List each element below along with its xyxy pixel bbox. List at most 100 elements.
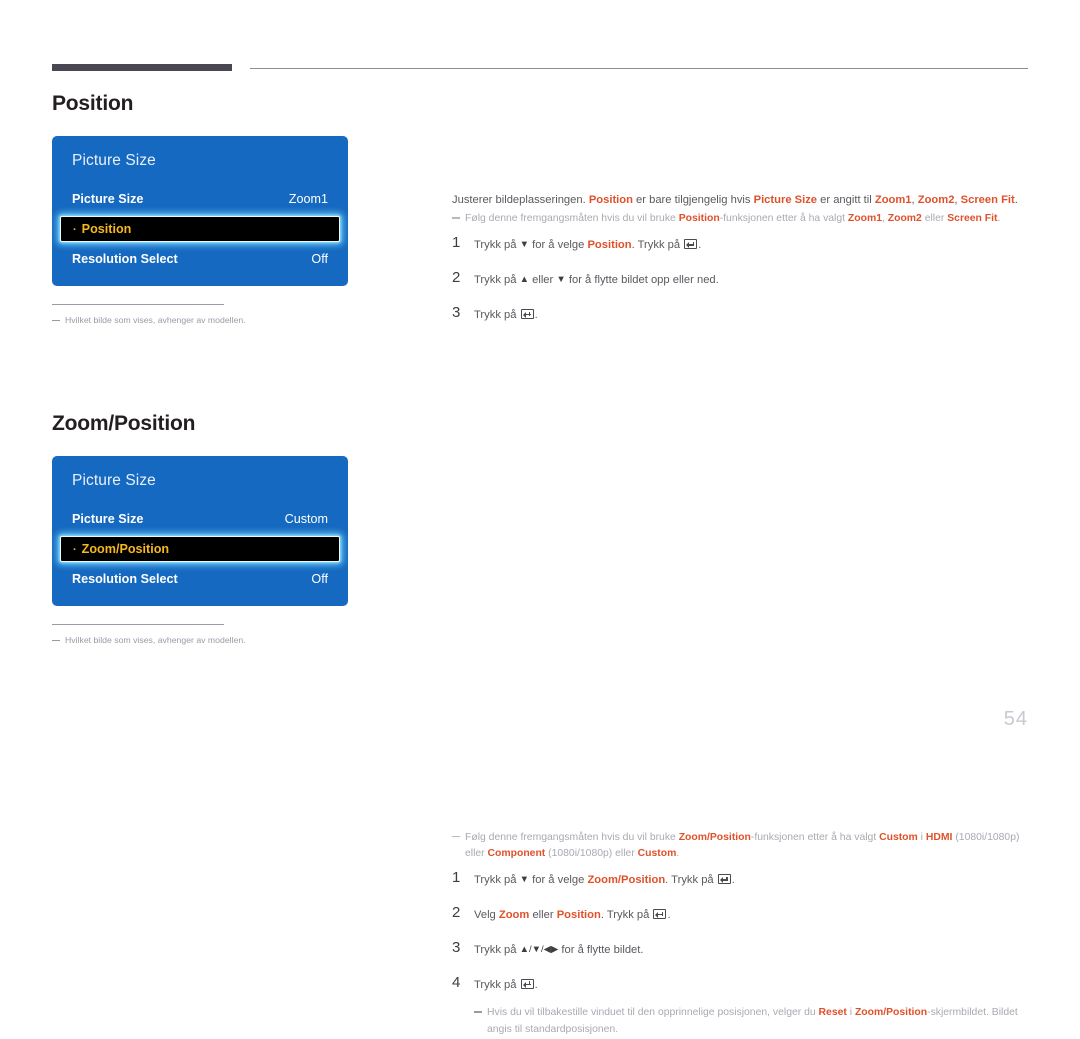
emphasis-term: Zoom — [498, 909, 530, 922]
enter-key-icon — [520, 309, 534, 320]
step-number: 3 — [452, 304, 461, 322]
step-item: 2 Trykk på ▲ eller ▼ for å flytte bildet … — [452, 270, 1030, 289]
text-run: . — [667, 909, 671, 922]
step-number: 4 — [452, 973, 461, 991]
direction-arrow-icon: ▼ — [519, 239, 529, 251]
emphasis-term: Position — [588, 194, 633, 206]
text-run: eller — [529, 274, 557, 287]
text-run: Følg denne fremgangsmåten hvis du vil br… — [465, 213, 679, 225]
footnote-text-wrap: Hvilket bilde som vises, avhenger av mod… — [52, 314, 352, 326]
direction-arrow-icon: ▼ — [519, 874, 529, 886]
text-run: for å flytte bildet. — [558, 943, 644, 956]
section-heading: Position — [52, 92, 134, 115]
text-run: eller — [921, 213, 948, 225]
text-run: for å flytte bildet opp eller ned. — [565, 274, 719, 287]
dash-mark-icon — [474, 1011, 482, 1013]
step-number: 1 — [452, 234, 461, 252]
emphasis-term: Screen Fit — [960, 194, 1015, 206]
note-paragraph: Følg denne fremgangsmåten hvis du vil br… — [452, 830, 1030, 862]
note-text: Følg denne fremgangsmåten hvis du vil br… — [465, 211, 1030, 227]
text-run: (1080i/1080p) eller — [545, 848, 638, 860]
osd-row[interactable]: Picture Size Zoom1 — [52, 184, 348, 214]
step-number: 3 — [452, 938, 461, 956]
footnote-text-wrap: Hvilket bilde som vises, avhenger av mod… — [52, 634, 352, 646]
emphasis-term: Reset — [818, 1007, 847, 1019]
text-run: Velg — [474, 909, 499, 922]
emphasis-term: Position — [556, 909, 601, 922]
header-rule-thick — [52, 64, 232, 71]
emphasis-term: Zoom2 — [917, 194, 955, 206]
page-number: 54 — [1003, 708, 1028, 730]
text-run: Hvis du vil tilbakestille vinduet til de… — [487, 1007, 819, 1019]
osd-footnote: Hvilket bilde som vises, avhenger av mod… — [52, 304, 352, 326]
step-text: Trykk på . — [474, 975, 538, 994]
section-heading: Zoom/Position — [52, 412, 196, 435]
emphasis-term: HDMI — [925, 832, 953, 843]
sub-note-list: Hvis du vil tilbakestille vinduet til de… — [452, 1005, 1030, 1038]
header-rule-thin — [250, 68, 1028, 69]
instructions-zoom-position: Følg denne fremgangsmåten hvis du vil br… — [452, 830, 1030, 1039]
osd-row-value: Off — [311, 572, 328, 586]
note-text: Følg denne fremgangsmåten hvis du vil br… — [465, 830, 1030, 862]
text-run: er angitt til — [817, 194, 875, 206]
emphasis-term: Zoom1 — [874, 194, 912, 206]
osd-row-selected[interactable]: · Zoom/Position — [60, 536, 340, 562]
step-number: 2 — [452, 904, 461, 922]
osd-menu-picture-size: Picture Size Picture Size Custom · Zoom/Pos… — [52, 456, 348, 606]
text-run: . — [534, 309, 538, 322]
enter-key-icon — [653, 909, 667, 920]
osd-row[interactable]: Resolution Select Off — [52, 244, 348, 274]
step-text: Trykk på ▲ eller ▼ for å flytte bildet o… — [474, 270, 719, 289]
step-list: 1 Trykk på ▼ for å velge Position. Trykk … — [452, 235, 1030, 323]
text-run: . Trykk på — [631, 239, 684, 252]
osd-row-label: Resolution Select — [72, 572, 178, 586]
emphasis-term: Custom — [879, 832, 918, 843]
emphasis-term: Position — [678, 213, 720, 225]
enter-key-icon — [717, 874, 731, 885]
osd-row[interactable]: Picture Size Custom — [52, 504, 348, 534]
emphasis-term: Zoom/Position — [678, 832, 751, 843]
step-number: 1 — [452, 869, 461, 887]
step-item: 2 Velg Zoom eller Position. Trykk på . — [452, 905, 1030, 924]
text-run: -funksjonen etter å ha valgt — [750, 832, 880, 843]
osd-row-selected[interactable]: · Position — [60, 216, 340, 242]
osd-row-value: Custom — [284, 512, 328, 526]
osd-row[interactable]: Resolution Select Off — [52, 564, 348, 594]
osd-menu-title: Picture Size — [72, 472, 156, 489]
step-item: 4 Trykk på . — [452, 973, 1030, 994]
footnote-text: Hvilket bilde som vises, avhenger av mod… — [65, 635, 246, 645]
emphasis-term: Screen Fit — [947, 213, 998, 225]
text-run: for å velge — [529, 239, 588, 252]
osd-menu-picture-size: Picture Size Picture Size Zoom1 · Position R… — [52, 136, 348, 286]
text-run: i — [846, 1007, 855, 1019]
step-item: 1 Trykk på ▼ for å velge Zoom/Position. T… — [452, 870, 1030, 889]
emphasis-term: Zoom/Position — [587, 874, 666, 887]
step-number: 2 — [452, 269, 461, 287]
instructions-position: Justerer bildeplasseringen. Position er … — [452, 192, 1030, 340]
step-item: 3 Trykk på ▲/▼/◀▶ for å flytte bildet. — [452, 940, 1030, 959]
sub-note-text: Hvis du vil tilbakestille vinduet til de… — [487, 1005, 1030, 1038]
step-text: Trykk på ▼ for å velge Position. Trykk p… — [474, 235, 701, 254]
text-run: Trykk på — [474, 239, 520, 252]
text-run: i — [917, 832, 926, 843]
text-run: Justerer bildeplasseringen. — [452, 194, 589, 206]
osd-row-label: · Zoom/Position — [73, 542, 170, 556]
page-header-rules — [0, 64, 1080, 74]
text-run: . — [731, 874, 735, 887]
direction-arrow-icon: ▲/▼/◀▶ — [519, 943, 559, 955]
dash-mark-icon — [52, 320, 60, 322]
text-run: eller — [529, 909, 557, 922]
text-run: . — [997, 213, 1001, 225]
osd-menu-rows: Picture Size Custom · Zoom/Position Resoluti… — [52, 504, 348, 594]
text-run: -funksjonen etter å ha valgt — [719, 213, 848, 225]
osd-row-value: Zoom1 — [288, 192, 328, 206]
emphasis-term: Zoom/Position — [854, 1007, 928, 1019]
osd-row-label: Resolution Select — [72, 252, 178, 266]
bullet-icon: · — [73, 224, 77, 236]
dash-mark-icon — [52, 640, 60, 642]
text-run: . Trykk på — [600, 909, 653, 922]
footnote-rule — [52, 304, 224, 305]
text-run: Følg denne fremgangsmåten hvis du vil br… — [465, 832, 679, 843]
osd-footnote: Hvilket bilde som vises, avhenger av mod… — [52, 624, 352, 646]
text-run: Trykk på — [474, 874, 520, 887]
